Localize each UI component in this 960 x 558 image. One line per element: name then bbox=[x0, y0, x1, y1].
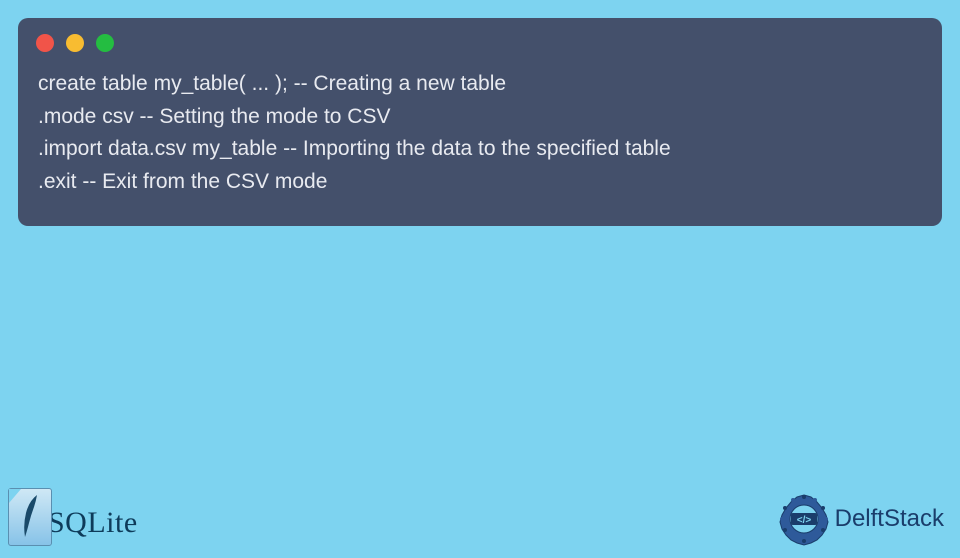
minimize-icon bbox=[66, 34, 84, 52]
sqlite-logo: SQLite bbox=[8, 488, 138, 546]
delftstack-logo: </> DelftStack bbox=[777, 492, 944, 546]
code-window: create table my_table( ... ); -- Creatin… bbox=[18, 18, 942, 226]
maximize-icon bbox=[96, 34, 114, 52]
sqlite-text: SQLite bbox=[48, 506, 138, 546]
footer: SQLite </> bbox=[0, 478, 960, 558]
code-line: .import data.csv my_table -- Importing t… bbox=[38, 137, 671, 160]
sqlite-icon bbox=[8, 488, 52, 546]
svg-text:</>: </> bbox=[796, 515, 811, 526]
code-body: create table my_table( ... ); -- Creatin… bbox=[18, 62, 942, 206]
delftstack-icon: </> bbox=[777, 492, 831, 546]
code-line: create table my_table( ... ); -- Creatin… bbox=[38, 72, 506, 95]
window-titlebar bbox=[18, 18, 942, 62]
delftstack-text: DelftStack bbox=[835, 505, 944, 533]
close-icon bbox=[36, 34, 54, 52]
feather-icon bbox=[19, 493, 41, 539]
code-line: .mode csv -- Setting the mode to CSV bbox=[38, 105, 391, 128]
code-line: .exit -- Exit from the CSV mode bbox=[38, 170, 327, 193]
